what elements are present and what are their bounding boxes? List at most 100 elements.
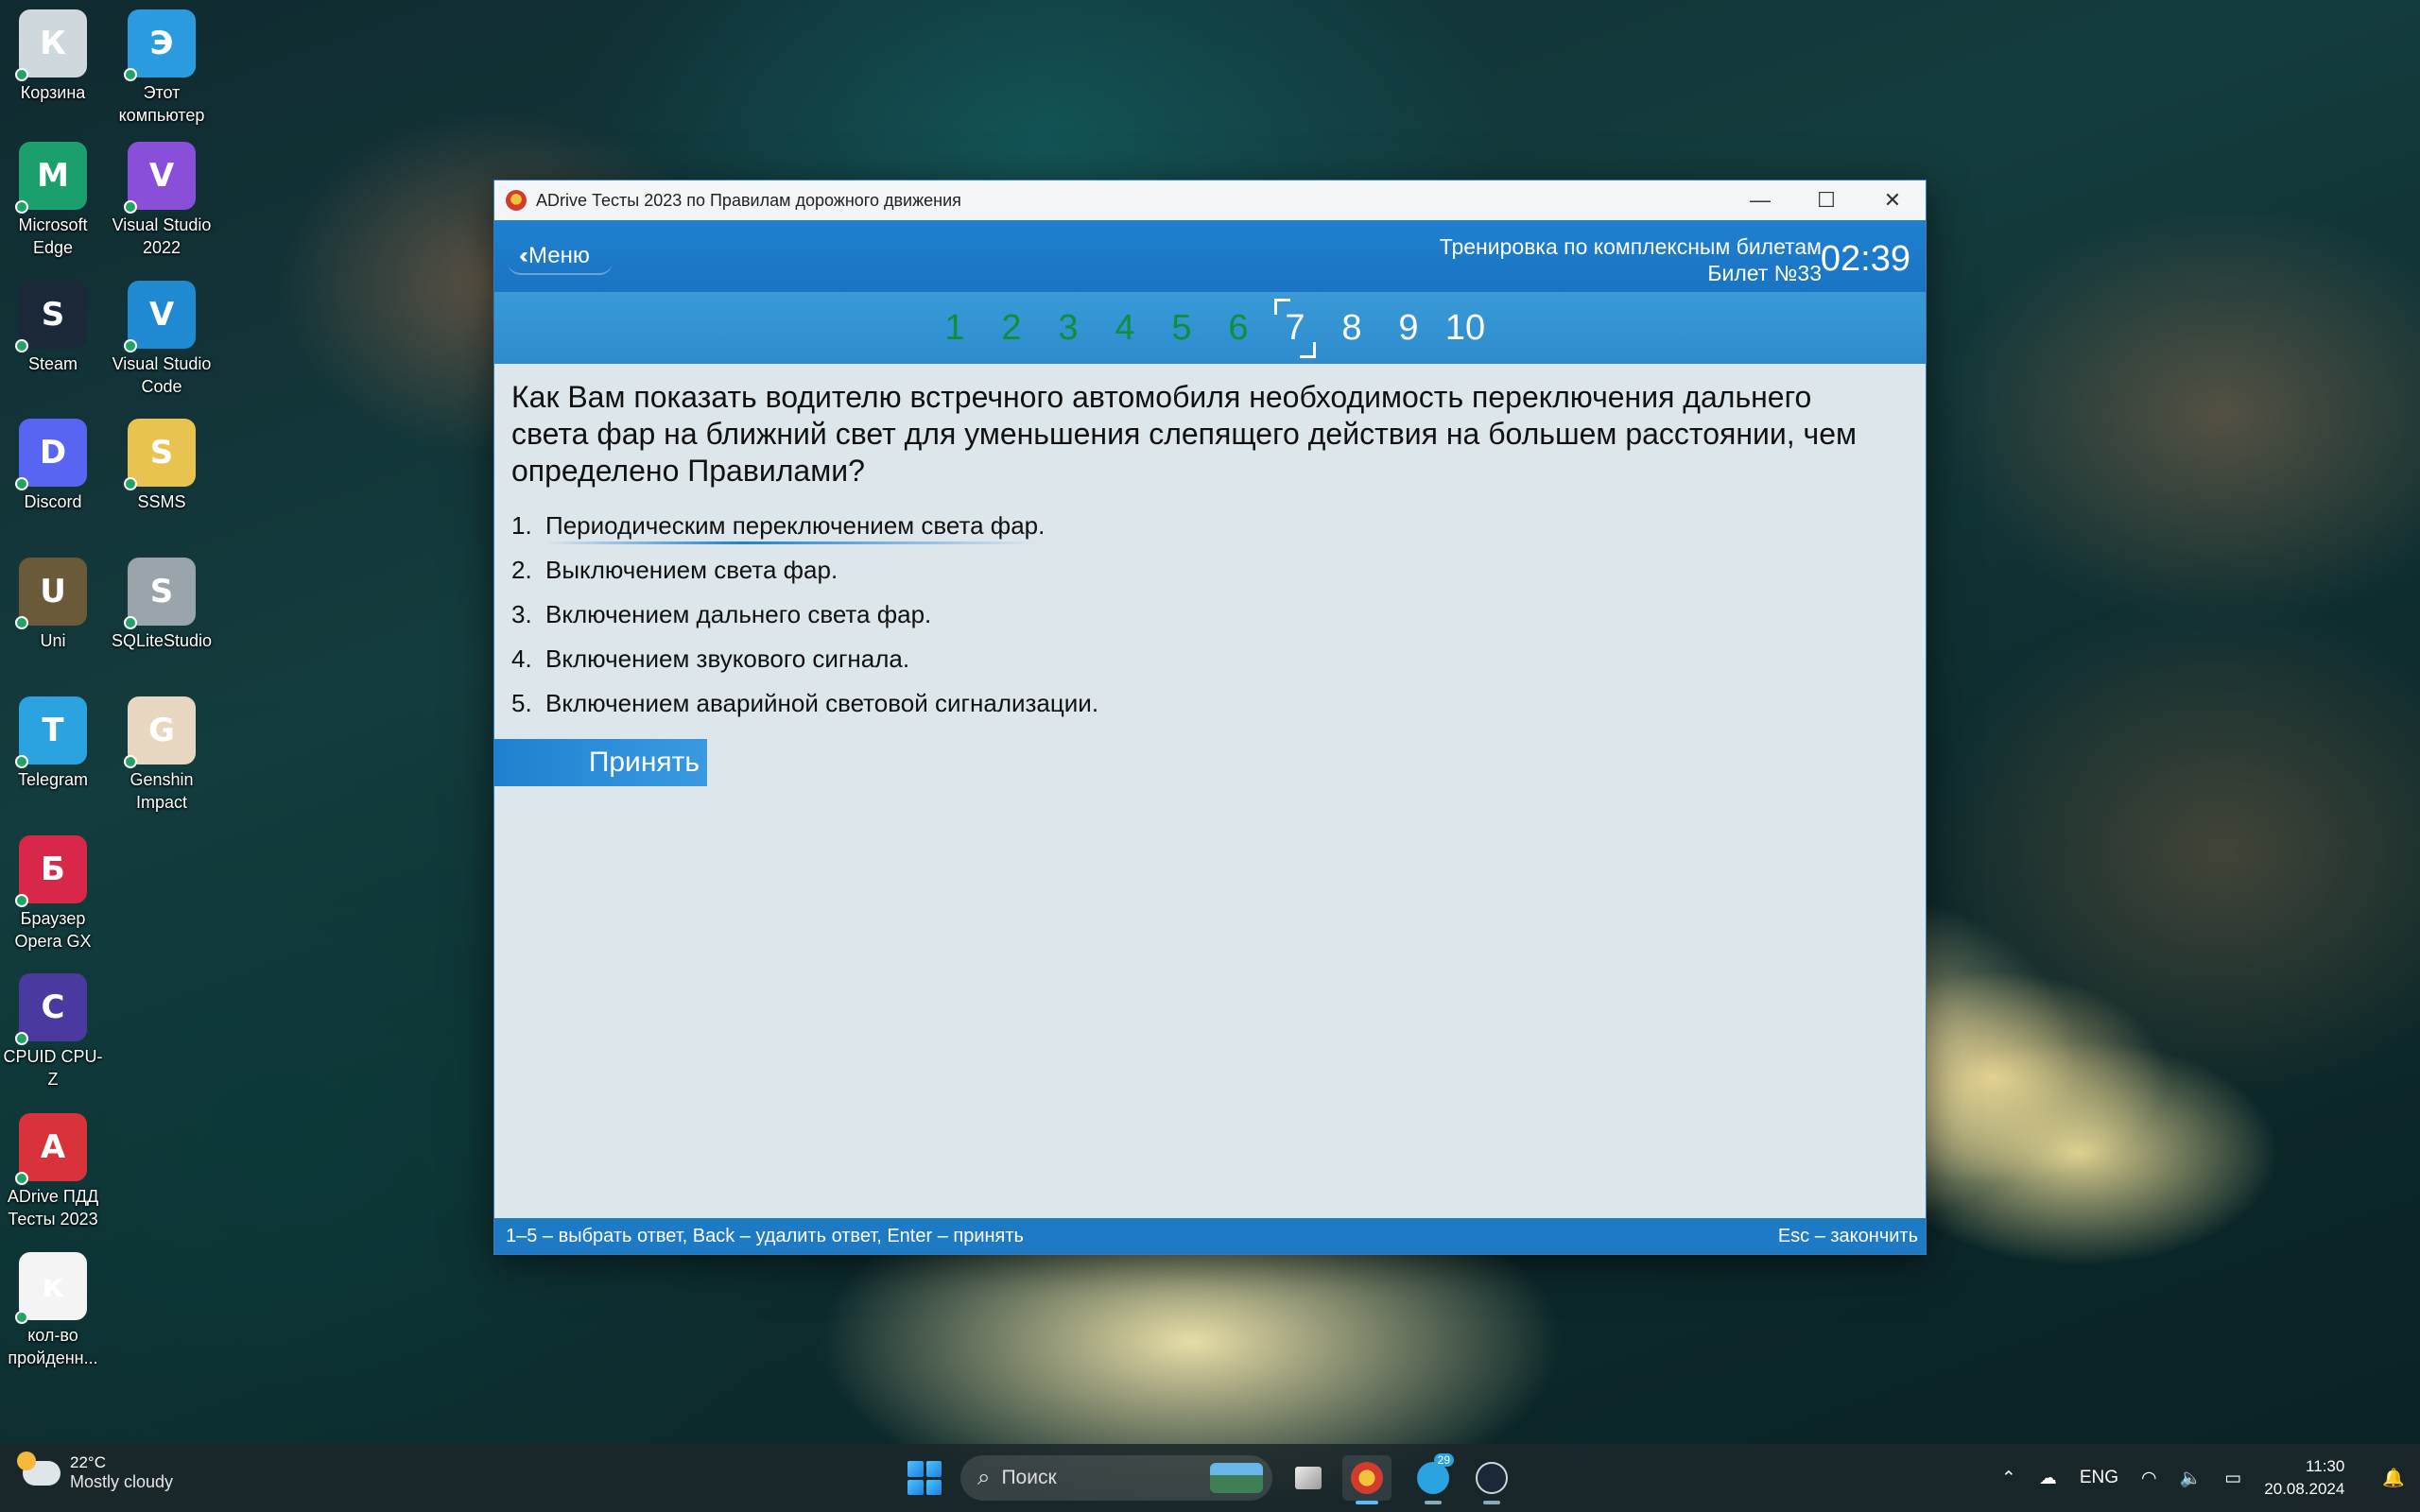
desktop-icon[interactable]: V Visual Studio 2022	[109, 142, 215, 259]
taskbar-app-adrive[interactable]	[1342, 1455, 1392, 1504]
window-titlebar[interactable]: ADrive Тесты 2023 по Правилам дорожного …	[494, 180, 1926, 220]
taskbar-app-telegram[interactable]: 29	[1409, 1453, 1458, 1504]
answer-text: Включением дальнего света фар.	[545, 600, 932, 628]
desktop-icon-label: Корзина	[20, 83, 86, 102]
recycle-bin-icon: К	[15, 9, 87, 81]
language-indicator[interactable]: ENG	[2080, 1468, 2118, 1488]
wifi-icon[interactable]: ◠	[2141, 1468, 2157, 1489]
answer-number: 5.	[511, 689, 532, 717]
desktop-icon[interactable]: T Telegram	[0, 696, 106, 791]
discord-icon: D	[15, 419, 87, 490]
steam-icon	[1476, 1462, 1508, 1494]
answer-option[interactable]: 3. Включением дальнего света фар.	[511, 593, 1888, 637]
chevron-left-icon: ‹‹	[519, 243, 528, 268]
desktop-icon[interactable]: S SQLiteStudio	[109, 558, 215, 652]
taskbar: 22°C Mostly cloudy ⌕ Поиск 29 ⌃ ☁ ENG ◠ …	[0, 1444, 2420, 1512]
partly-cloudy-icon	[17, 1451, 60, 1486]
clock-date: 20.08.2024	[2264, 1480, 2345, 1498]
question-number-7[interactable]: 7	[1267, 298, 1323, 358]
start-button[interactable]	[908, 1461, 942, 1495]
close-button[interactable]: ✕	[1859, 180, 1926, 220]
ticket-label: Билет №33	[1707, 261, 1822, 285]
question-number-8[interactable]: 8	[1323, 308, 1380, 349]
desktop-icon[interactable]: К Корзина	[0, 9, 106, 104]
desktop-icon-label: Visual Studio 2022	[112, 215, 212, 257]
accept-button[interactable]: Принять	[493, 739, 707, 786]
answer-text: Периодическим переключением света фар.	[545, 511, 1046, 540]
desktop-icon-label: Visual Studio Code	[112, 354, 212, 396]
desktop-icon[interactable]: D Discord	[0, 419, 106, 513]
ssms-icon: S	[124, 419, 196, 490]
desktop-icon-label: SQLiteStudio	[111, 631, 213, 650]
sqlitestudio-icon: S	[124, 558, 196, 629]
telegram-icon: T	[15, 696, 87, 768]
app-header: ‹‹ Меню Тренировка по комплексным билета…	[494, 220, 1926, 292]
mode-label: Тренировка по комплексным билетам	[1439, 234, 1822, 259]
telegram-icon	[1417, 1462, 1449, 1494]
answer-number: 2.	[511, 556, 532, 584]
weather-widget[interactable]: 22°C Mostly cloudy	[17, 1451, 173, 1492]
question-number-4[interactable]: 4	[1097, 308, 1153, 349]
desktop-icon[interactable]: M Microsoft Edge	[0, 142, 106, 259]
desktop-icon-label: Этот компьютер	[118, 83, 205, 125]
onedrive-icon[interactable]: ☁	[2039, 1468, 2057, 1489]
question-number-6[interactable]: 6	[1210, 308, 1267, 349]
answer-text: Включением аварийной световой сигнализац…	[545, 689, 1099, 717]
notification-bell-icon[interactable]: 🔔	[2382, 1467, 2405, 1489]
desktop-icon-label: Discord	[24, 492, 82, 511]
menu-button[interactable]: ‹‹ Меню	[508, 239, 613, 275]
answer-option[interactable]: 2. Выключением света фар.	[511, 548, 1888, 593]
taskbar-search[interactable]: ⌕ Поиск	[960, 1455, 1272, 1501]
weather-temp: 22°C	[70, 1453, 106, 1471]
clock-time: 11:30	[2306, 1457, 2345, 1475]
desktop-icon[interactable]: S SSMS	[109, 419, 215, 513]
minimize-button[interactable]: —	[1727, 180, 1793, 220]
question-number-1[interactable]: 1	[926, 308, 983, 349]
desktop-icon-label: Microsoft Edge	[18, 215, 88, 257]
question-number-3[interactable]: 3	[1040, 308, 1097, 349]
volume-icon[interactable]: 🔈	[2180, 1467, 2203, 1489]
desktop-icon[interactable]: V Visual Studio Code	[109, 281, 215, 398]
question-number-5[interactable]: 5	[1153, 308, 1210, 349]
question-number-10[interactable]: 10	[1437, 308, 1494, 349]
answer-text: Выключением света фар.	[545, 556, 838, 584]
timer: 02:39	[1820, 239, 1910, 279]
answer-number: 1.	[511, 511, 532, 540]
desktop-icon-label: Telegram	[17, 770, 89, 789]
answer-number: 4.	[511, 644, 532, 673]
uni-icon: U	[15, 558, 87, 629]
desktop-icon[interactable]: C CPUID CPU-Z	[0, 973, 106, 1091]
vscode-icon: V	[124, 281, 196, 352]
desktop-icon[interactable]: U Uni	[0, 558, 106, 652]
desktop-icon-label: ADrive ПДД Тесты 2023	[7, 1187, 99, 1228]
document-icon: к	[15, 1252, 87, 1324]
question-number-2[interactable]: 2	[983, 308, 1040, 349]
question-number-9[interactable]: 9	[1380, 308, 1437, 349]
desktop-icon[interactable]: Б Браузер Opera GX	[0, 835, 106, 953]
clock[interactable]: 11:30 20.08.2024	[2264, 1455, 2344, 1501]
search-placeholder: Поиск	[1001, 1467, 1057, 1488]
desktop-icon[interactable]: A ADrive ПДД Тесты 2023	[0, 1113, 106, 1230]
task-view-button[interactable]	[1284, 1455, 1333, 1501]
desktop-icon-label: Uni	[40, 631, 66, 650]
answer-option[interactable]: 1. Периодическим переключением света фар.	[511, 504, 1888, 548]
taskbar-app-steam[interactable]	[1467, 1455, 1516, 1504]
answer-option[interactable]: 4. Включением звукового сигнала.	[511, 637, 1888, 681]
adrive-icon: A	[15, 1113, 87, 1185]
adrive-app-icon	[506, 190, 527, 211]
menu-label: Меню	[527, 243, 590, 268]
search-highlight-image	[1210, 1463, 1263, 1493]
desktop-icon-label: Steam	[27, 354, 78, 373]
battery-icon[interactable]: ▭	[2224, 1468, 2241, 1489]
desktop-icon[interactable]: Э Этот компьютер	[109, 9, 215, 127]
desktop-icon[interactable]: к кол-во пройденн...	[0, 1252, 106, 1369]
opera-gx-icon: Б	[15, 835, 87, 907]
answer-option[interactable]: 5. Включением аварийной световой сигнализ…	[511, 681, 1888, 726]
status-hint: 1–5 – выбрать ответ, Back – удалить отве…	[506, 1225, 1024, 1246]
adrive-icon	[1351, 1462, 1383, 1494]
desktop-icon[interactable]: S Steam	[0, 281, 106, 375]
answer-text: Включением звукового сигнала.	[545, 644, 910, 673]
maximize-button[interactable]: ☐	[1793, 180, 1859, 220]
chevron-up-icon[interactable]: ⌃	[2001, 1468, 2016, 1489]
desktop-icon[interactable]: G Genshin Impact	[109, 696, 215, 814]
